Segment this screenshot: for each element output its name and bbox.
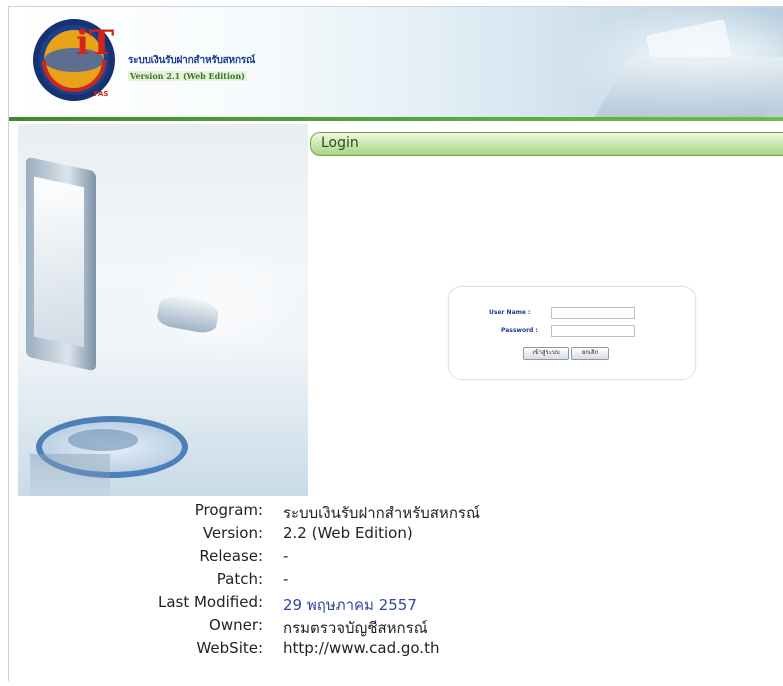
info-colon: : (258, 570, 264, 588)
info-row-version: Version : 2.2 (Web Edition) (0, 524, 783, 547)
computer-illustration (18, 124, 308, 496)
info-colon: : (258, 547, 264, 565)
login-form: User Name : Password : เข้าสู่ระบบ ยกเลิ… (448, 286, 696, 380)
info-colon: : (258, 501, 264, 519)
login-tab-header: Login (310, 132, 783, 156)
it-logo: iT FAS (30, 10, 124, 104)
login-tab-title: Login (321, 135, 359, 151)
info-label: Owner (209, 616, 258, 634)
info-value-date: 29 พฤษภาคม 2557 (283, 596, 417, 614)
info-colon: : (258, 524, 264, 542)
monitor-reflection (30, 454, 110, 496)
logo-text: iT (76, 23, 114, 63)
info-label: Release (199, 547, 258, 565)
info-label: Last Modified (157, 593, 258, 611)
website-link[interactable]: http://www.cad.go.th (283, 639, 439, 657)
system-title: ระบบเงินรับฝากสำหรับสหกรณ์ (128, 55, 256, 66)
info-row-release: Release : - (0, 547, 783, 570)
info-row-owner: Owner : กรมตรวจบัญชีสหกรณ์ (0, 616, 783, 639)
it-logo-icon: iT FAS (33, 19, 115, 101)
monitor-base-shadow (68, 429, 138, 451)
username-input[interactable] (551, 307, 635, 319)
logo-ring-text: FAS (94, 90, 108, 98)
info-row-program: Program : ระบบเงินรับฝากสำหรับสหกรณ์ (0, 501, 783, 524)
info-value: - (283, 547, 289, 565)
info-colon: : (258, 639, 264, 657)
header-banner (9, 7, 783, 117)
info-label: Program (194, 501, 258, 519)
monitor-screen-image (34, 176, 84, 348)
system-version-label: Version 2.1 (Web Edition) (128, 71, 247, 81)
username-label: User Name : (489, 309, 531, 316)
info-row-last-modified: Last Modified : 29 พฤษภาคม 2557 (0, 593, 783, 616)
password-input[interactable] (551, 325, 635, 337)
cancel-button[interactable]: ยกเลิก (571, 347, 609, 360)
info-row-website: WebSite : http://www.cad.go.th (0, 639, 783, 662)
info-value: กรมตรวจบัญชีสหกรณ์ (283, 619, 428, 637)
info-label: Version (202, 524, 258, 542)
info-value: ระบบเงินรับฝากสำหรับสหกรณ์ (283, 504, 480, 522)
info-colon: : (258, 593, 264, 611)
info-value: - (283, 570, 289, 588)
info-value: 2.2 (Web Edition) (283, 524, 413, 542)
password-label: Password : (501, 327, 538, 334)
login-button[interactable]: เข้าสู่ระบบ (523, 347, 569, 360)
header-divider (9, 117, 783, 121)
info-label: WebSite (196, 639, 258, 657)
info-colon: : (258, 616, 264, 634)
info-row-patch: Patch : - (0, 570, 783, 593)
info-label: Patch (216, 570, 258, 588)
